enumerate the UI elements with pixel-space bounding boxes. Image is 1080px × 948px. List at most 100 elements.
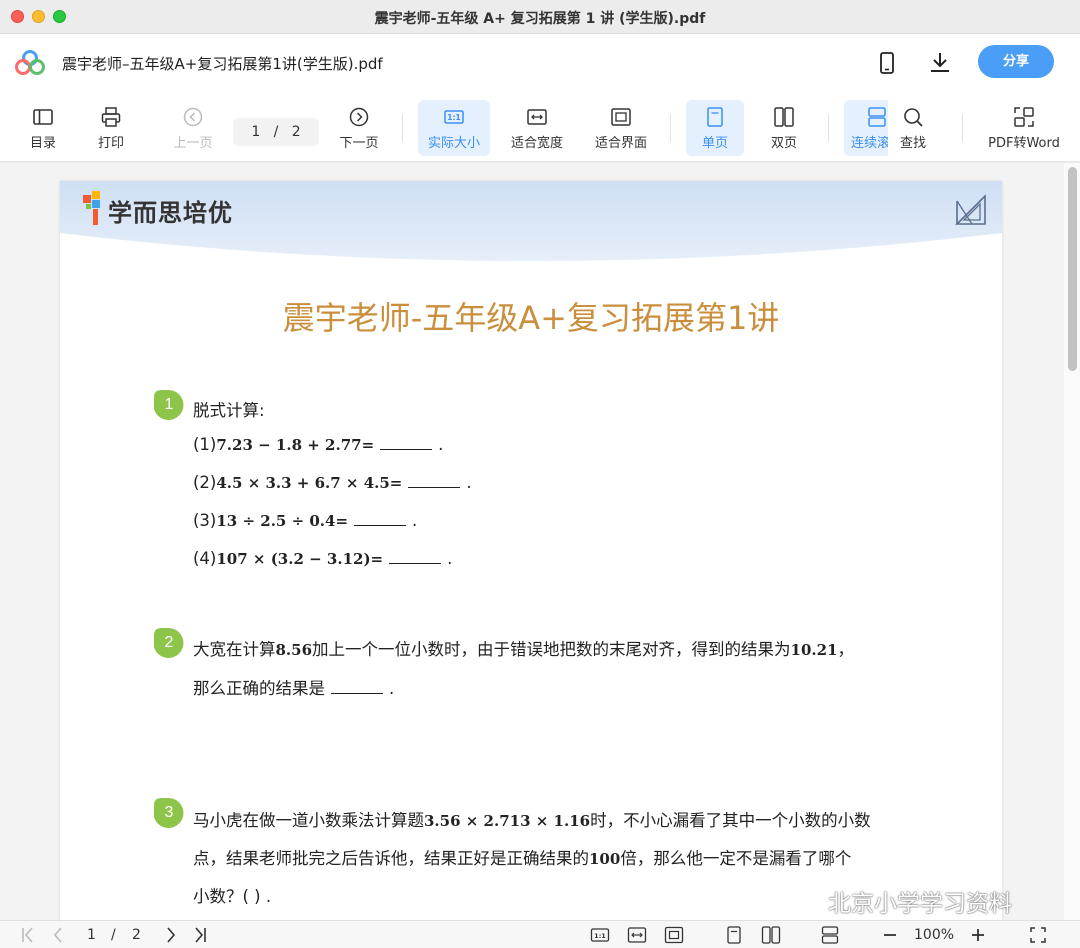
app-header: 震宇老师–五年级A+复习拓展第1讲(学生版).pdf 分享	[0, 34, 1080, 92]
next-page-label: 下一页	[339, 136, 379, 151]
text-segment: 那么正确的结果是	[193, 679, 325, 698]
zoom-out-icon[interactable]	[880, 925, 900, 945]
question-2-badge: 2	[152, 627, 186, 659]
search-icon	[904, 108, 923, 127]
answer-blank	[331, 680, 383, 694]
toc-button[interactable]: 目录	[18, 100, 68, 156]
page-heading: 震宇老师-五年级A+复习拓展第1讲	[282, 299, 780, 337]
printer-icon	[101, 107, 121, 127]
continuous-scroll-button[interactable]: 连续滚	[844, 100, 888, 156]
vertical-scrollbar[interactable]	[1064, 163, 1080, 920]
question-2-line-2: 那么正确的结果是.	[193, 675, 394, 699]
scrollbar-thumb[interactable]	[1068, 167, 1077, 371]
toc-icon	[33, 109, 53, 125]
question-1-item-3: (3)13 ÷ 2.5 ÷ 0.4=.	[193, 511, 417, 530]
toolbar-divider	[962, 114, 963, 142]
find-button[interactable]: 查找	[888, 100, 938, 156]
continuous-scroll-icon[interactable]	[820, 925, 840, 945]
question-3-line-1: 马小虎在做一道小数乘法计算题3.56 × 2.713 × 1.16时，不小心漏看…	[193, 807, 871, 831]
share-button[interactable]: 分享	[978, 45, 1054, 78]
fit-page-button[interactable]: 适合界面	[588, 100, 654, 156]
app-logo-icon	[15, 50, 45, 75]
title-bar: 震宇老师-五年级 A+ 复习拓展第 1 讲 (学生版).pdf	[0, 0, 1080, 34]
question-1-item-2: (2)4.5 × 3.3 + 6.7 × 4.5=.	[193, 473, 472, 492]
next-page-button[interactable]: 下一页	[334, 100, 384, 156]
chevron-right-circle-icon	[349, 107, 369, 127]
pdf-to-word-label: PDF转Word	[988, 136, 1060, 151]
prev-page-button[interactable]: 上一页	[168, 100, 218, 156]
wechat-logo-icon	[786, 889, 817, 912]
fit-width-icon[interactable]	[627, 925, 647, 945]
question-1-prompt: 脱式计算:	[193, 401, 265, 420]
question-number: 1	[164, 396, 174, 413]
mobile-icon[interactable]	[874, 50, 900, 76]
find-label: 查找	[899, 136, 926, 151]
question-1-badge: 1	[152, 389, 186, 421]
actual-size-label: 实际大小	[427, 136, 480, 151]
item-period: .	[438, 435, 444, 454]
item-label: (2)	[193, 473, 217, 492]
toc-label: 目录	[29, 136, 56, 151]
toolbar: 目录 打印 上一页 1 / 2 下一页 1:1 实际大小 适合宽度 适合界面 单…	[0, 92, 1080, 162]
pdf-to-word-button[interactable]: PDF转Word	[982, 100, 1066, 156]
document-viewer[interactable]: 学而思培优 震宇老师-五年级A+复习拓展第1讲 1 脱式计算: (1)7.23 …	[0, 163, 1080, 920]
single-page-icon	[707, 107, 723, 127]
page-number-input[interactable]: 1 / 2	[233, 118, 319, 146]
answer-blank	[354, 512, 407, 526]
answer-blank	[408, 474, 461, 488]
single-page-icon[interactable]	[724, 925, 744, 945]
single-page-label: 单页	[701, 136, 728, 151]
chevron-left-circle-icon	[183, 107, 203, 127]
status-page-current[interactable]: 1	[87, 925, 96, 945]
single-page-button[interactable]: 单页	[686, 100, 744, 156]
fit-width-button[interactable]: 适合宽度	[504, 100, 570, 156]
download-icon[interactable]	[927, 50, 953, 76]
question-3-line-3: 小数？( ) .	[193, 887, 272, 906]
text-segment: .	[389, 679, 395, 698]
brand-name: 学而思培优	[108, 199, 233, 227]
number: 8.56	[275, 641, 313, 659]
fit-width-icon	[527, 109, 547, 125]
text-segment: 倍，那么他一定不是漏看了哪个	[620, 849, 852, 868]
print-button[interactable]: 打印	[86, 100, 136, 156]
page-current: 1	[251, 124, 261, 140]
toolbar-divider	[828, 114, 829, 142]
item-period: .	[466, 473, 472, 492]
toolbar-divider	[402, 114, 403, 142]
question-3-line-2: 点，结果老师批完之后告诉他，结果正好是正确结果的100倍，那么他一定不是漏看了哪…	[193, 845, 851, 869]
zoom-level: 100%	[914, 927, 955, 943]
first-page-icon[interactable]	[18, 925, 38, 945]
toolbar-divider	[670, 114, 671, 142]
prev-page-label: 上一页	[173, 136, 213, 151]
watermark-text: 北京小学学习资料	[828, 891, 1012, 917]
fit-width-label: 适合宽度	[510, 136, 563, 151]
zoom-in-icon[interactable]	[968, 925, 988, 945]
svg-text:1:1: 1:1	[594, 932, 606, 940]
number: 100	[589, 850, 621, 868]
prev-page-icon[interactable]	[48, 925, 68, 945]
fullscreen-icon[interactable]	[1028, 925, 1048, 945]
item-label: (4)	[193, 549, 217, 568]
double-page-icon[interactable]	[761, 925, 781, 945]
text-segment: 点，结果老师批完之后告诉他，结果正好是正确结果的	[193, 849, 589, 868]
status-bar: 1 / 2 1:1 100%	[0, 920, 1080, 948]
page-total: 2	[291, 124, 301, 140]
question-1-item-4: (4)107 × (3.2 − 3.12)=.	[193, 549, 452, 568]
text-segment: 马小虎在做一道小数乘法计算题	[193, 811, 424, 830]
last-page-icon[interactable]	[190, 925, 210, 945]
text-segment: 大宽在计算	[193, 640, 276, 659]
convert-icon	[1014, 107, 1034, 127]
double-page-button[interactable]: 双页	[756, 100, 812, 156]
actual-size-button[interactable]: 1:1 实际大小	[418, 100, 490, 156]
expression: 3.56 × 2.713 × 1.16	[424, 812, 591, 830]
question-1-item-1: (1)7.23 − 1.8 + 2.77=.	[193, 435, 443, 454]
actual-size-icon[interactable]: 1:1	[590, 925, 610, 945]
fit-page-label: 适合界面	[594, 136, 647, 151]
question-3-badge: 3	[152, 797, 186, 829]
status-page-total: 2	[132, 927, 141, 943]
continuous-scroll-label: 连续滚	[851, 136, 888, 151]
fit-page-icon[interactable]	[664, 925, 684, 945]
number: 10.21	[790, 641, 838, 659]
item-period: .	[447, 549, 453, 568]
next-page-icon[interactable]	[161, 925, 181, 945]
